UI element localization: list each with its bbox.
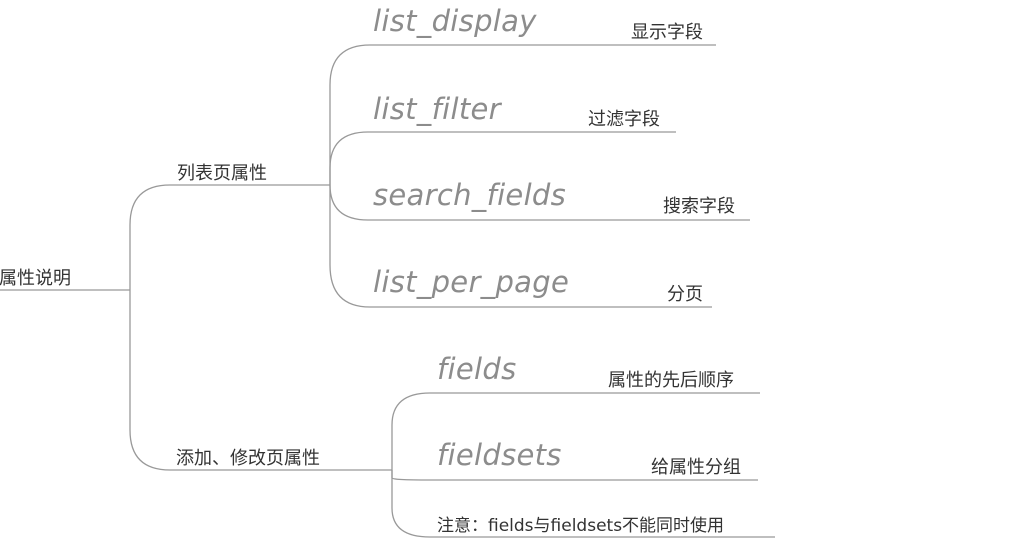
root-node: 属性说明 <box>0 268 71 289</box>
leaf-desc-search-fields: 搜索字段 <box>663 196 735 217</box>
leaf-desc-fields: 属性的先后顺序 <box>608 370 734 391</box>
leaf-code-list-filter: list_filter <box>373 92 501 126</box>
leaf-code-fieldsets: fieldsets <box>437 438 562 472</box>
leaf-code-fields: fields <box>437 352 517 386</box>
leaf-desc-list-display: 显示字段 <box>631 22 703 43</box>
leaf-desc-list-filter: 过滤字段 <box>588 109 660 130</box>
leaf-code-search-fields: search_fields <box>373 178 567 212</box>
trunk-to-group-1 <box>129 184 330 290</box>
leaf-code-list-display: list_display <box>373 4 537 38</box>
group-list-page: 列表页属性 <box>177 163 267 184</box>
group-add-edit-page: 添加、修改页属性 <box>176 448 320 469</box>
leaf-desc-fieldsets: 给属性分组 <box>651 457 741 478</box>
leaf-note: 注意：fields与fieldsets不能同时使用 <box>437 516 725 536</box>
leaf-desc-list-per-page: 分页 <box>667 284 703 305</box>
leaf-code-list-per-page: list_per_page <box>373 265 570 299</box>
trunk-to-group-2 <box>129 290 392 471</box>
